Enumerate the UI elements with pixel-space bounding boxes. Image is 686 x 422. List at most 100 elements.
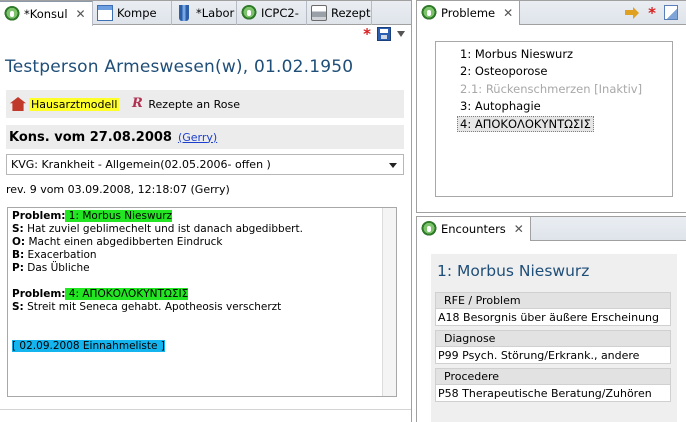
diagnose-header: Diagnose — [435, 330, 671, 346]
soap-label: P: — [12, 262, 24, 274]
tab-label: Rezept — [331, 6, 371, 20]
chevron-down-icon[interactable] — [389, 163, 397, 168]
probleme-toolbar: * — [624, 5, 678, 20]
tab-icpc2[interactable]: ICPC2- — [237, 1, 307, 25]
rezepte-label: Rezepte an Rose — [148, 97, 240, 111]
diagnose-value[interactable]: P99 Psych. Störung/Erkrank., andere — [435, 346, 671, 364]
close-icon[interactable]: ✕ — [503, 6, 513, 20]
soap-o-line: O: Macht einen abgedibberten Eindruck — [12, 236, 392, 249]
tab-label: *Labor — [196, 6, 235, 20]
new-star-icon[interactable]: * — [648, 5, 656, 20]
tab-label: Probleme — [441, 6, 496, 20]
vertical-scrollbar[interactable] — [382, 208, 396, 396]
tree-icon — [421, 221, 437, 237]
list-item-label: 2.1: Rückenschmerzen [Inaktiv] — [460, 81, 643, 96]
tab-konsultation[interactable]: *Konsul ✕ — [0, 1, 93, 26]
edit-document-icon[interactable] — [664, 5, 678, 20]
soap-s-line: S: Hat zuviel geblimechelt und ist danac… — [12, 223, 392, 236]
editor-tabstrip: *Konsul ✕ Kompe *Labor ICPC2- Rezept — [0, 1, 411, 26]
soap-label: S: — [12, 223, 24, 235]
list-item[interactable]: 2.1: Rückenschmerzen [Inaktiv] — [436, 80, 672, 98]
list-item[interactable]: 3: Autophagie — [436, 98, 672, 116]
rfe-value[interactable]: A18 Besorgnis über äußere Erscheinung — [435, 308, 671, 326]
patient-title: Testperson Armeswesen(w), 01.02.1950 — [5, 57, 354, 77]
tab-label: *Konsul — [24, 7, 68, 21]
tab-label: ICPC2- — [261, 6, 299, 20]
bottom-strip — [0, 409, 411, 422]
diagnose-group: Diagnose P99 Psych. Störung/Erkrank., an… — [435, 330, 671, 364]
einnahme-line: [ 02.09.2008 Einnahmeliste ] — [12, 340, 392, 353]
close-icon[interactable]: ✕ — [514, 222, 524, 236]
tab-probleme[interactable]: Probleme ✕ — [417, 1, 521, 25]
tab-rezept[interactable]: Rezept — [307, 1, 372, 25]
probleme-tabstrip: Probleme ✕ * — [417, 1, 686, 25]
hausarzt-label: Hausarztmodell — [29, 97, 120, 111]
procedere-value[interactable]: P58 Therapeutische Beratung/Zuhören — [435, 384, 671, 402]
save-icon[interactable] — [377, 27, 391, 41]
fall-select[interactable]: KVG: Krankheit - Allgemein(02.05.2006- o… — [6, 154, 404, 175]
konsultation-editor: *Konsul ✕ Kompe *Labor ICPC2- Rezept * T… — [0, 0, 412, 422]
konsultation-text-editor[interactable]: Problem: 1: Morbus Nieswurz S: Hat zuvie… — [7, 207, 397, 397]
rx-icon: R — [131, 96, 143, 111]
problem-list[interactable]: 1: Morbus Nieswurz 2: Osteoporose 2.1: R… — [435, 41, 673, 197]
window-icon — [97, 5, 113, 21]
list-item[interactable]: 1: Morbus Nieswurz — [436, 45, 672, 63]
list-item[interactable]: 2: Osteoporose — [436, 63, 672, 81]
close-icon[interactable]: ✕ — [76, 7, 86, 21]
probleme-view: Probleme ✕ * 1: Morbus Nieswurz 2: Osteo… — [416, 0, 686, 213]
flask-icon — [179, 5, 189, 21]
view-menu-icon[interactable] — [397, 31, 405, 37]
konsultation-title: Kons. vom 27.08.2008 — [9, 129, 172, 145]
tree-icon — [421, 5, 437, 21]
author-link[interactable]: (Gerry) — [178, 131, 217, 144]
editor-toolbar: * — [363, 27, 405, 42]
problem-link[interactable]: 4: ΑΠΟΚΟΛΟΚΥΝΤΩΣΙΣ — [65, 288, 189, 300]
problem-label: Problem: — [12, 288, 66, 300]
list-item-label: 4: ΑΠΟΚΟΛΟΚΥΝΤΩΣΙΣ — [457, 115, 594, 132]
procedere-header: Procedere — [435, 368, 671, 384]
problem-link[interactable]: 1: Morbus Nieswurz — [65, 210, 173, 222]
tree-icon — [241, 5, 257, 21]
soap-b-line: B: Exacerbation — [12, 249, 392, 262]
list-item-label: 2: Osteoporose — [460, 64, 548, 79]
rezepte-chip[interactable]: R Rezepte an Rose — [129, 96, 240, 112]
encounter-title: 1: Morbus Nieswurz — [437, 262, 590, 280]
sticker-bar: Hausarztmodell R Rezepte an Rose — [6, 90, 404, 118]
soap-label: S: — [12, 301, 24, 313]
tab-label: Kompe — [117, 6, 157, 20]
soap-text: Hat zuviel geblimechelt und ist danach a… — [23, 223, 303, 235]
rfe-header: RFE / Problem — [435, 292, 671, 308]
problem-line: Problem: 4: ΑΠΟΚΟΛΟΚΥΝΤΩΣΙΣ — [12, 288, 392, 301]
soap-text: Streit mit Seneca gehabt. Apotheosis ver… — [23, 301, 282, 313]
tree-icon — [4, 6, 20, 22]
hausarzt-chip[interactable]: Hausarztmodell — [10, 97, 120, 111]
einnahmeliste-link[interactable]: [ 02.09.2008 Einnahmeliste ] — [12, 340, 165, 352]
new-star-icon[interactable]: * — [363, 27, 371, 42]
encounter-panel: 1: Morbus Nieswurz RFE / Problem A18 Bes… — [431, 254, 677, 422]
tab-labor[interactable]: *Labor — [172, 1, 237, 25]
soap-label: O: — [12, 236, 26, 248]
list-item-label: 1: Morbus Nieswurz — [460, 46, 574, 61]
list-item-label: 3: Autophagie — [460, 99, 541, 114]
problem-line: Problem: 1: Morbus Nieswurz — [12, 210, 392, 223]
tab-encounters[interactable]: Encounters ✕ — [417, 217, 531, 241]
home-icon — [10, 97, 26, 111]
encounters-view: Encounters ✕ 1: Morbus Nieswurz RFE / Pr… — [416, 216, 686, 422]
soap-p-line: P: Das Übliche — [12, 262, 392, 275]
konsultation-header: Kons. vom 27.08.2008 (Gerry) — [6, 125, 404, 149]
list-item-selected[interactable]: 4: ΑΠΟΚΟΛΟΚΥΝΤΩΣΙΣ — [436, 115, 672, 133]
rfe-group: RFE / Problem A18 Besorgnis über äußere … — [435, 292, 671, 326]
tab-label: Encounters — [441, 222, 506, 236]
problem-label: Problem: — [12, 210, 66, 222]
soap-s-line: S: Streit mit Seneca gehabt. Apotheosis … — [12, 301, 392, 314]
forward-arrow-icon[interactable] — [624, 6, 640, 20]
fall-select-value: KVG: Krankheit - Allgemein(02.05.2006- o… — [11, 158, 271, 171]
tab-kompendium[interactable]: Kompe — [93, 1, 172, 25]
procedere-group: Procedere P58 Therapeutische Beratung/Zu… — [435, 368, 671, 402]
printer-icon — [311, 5, 327, 21]
soap-text: Macht einen abgedibberten Eindruck — [25, 236, 223, 248]
revision-label: rev. 9 vom 03.09.2008, 12:18:07 (Gerry) — [6, 183, 230, 196]
